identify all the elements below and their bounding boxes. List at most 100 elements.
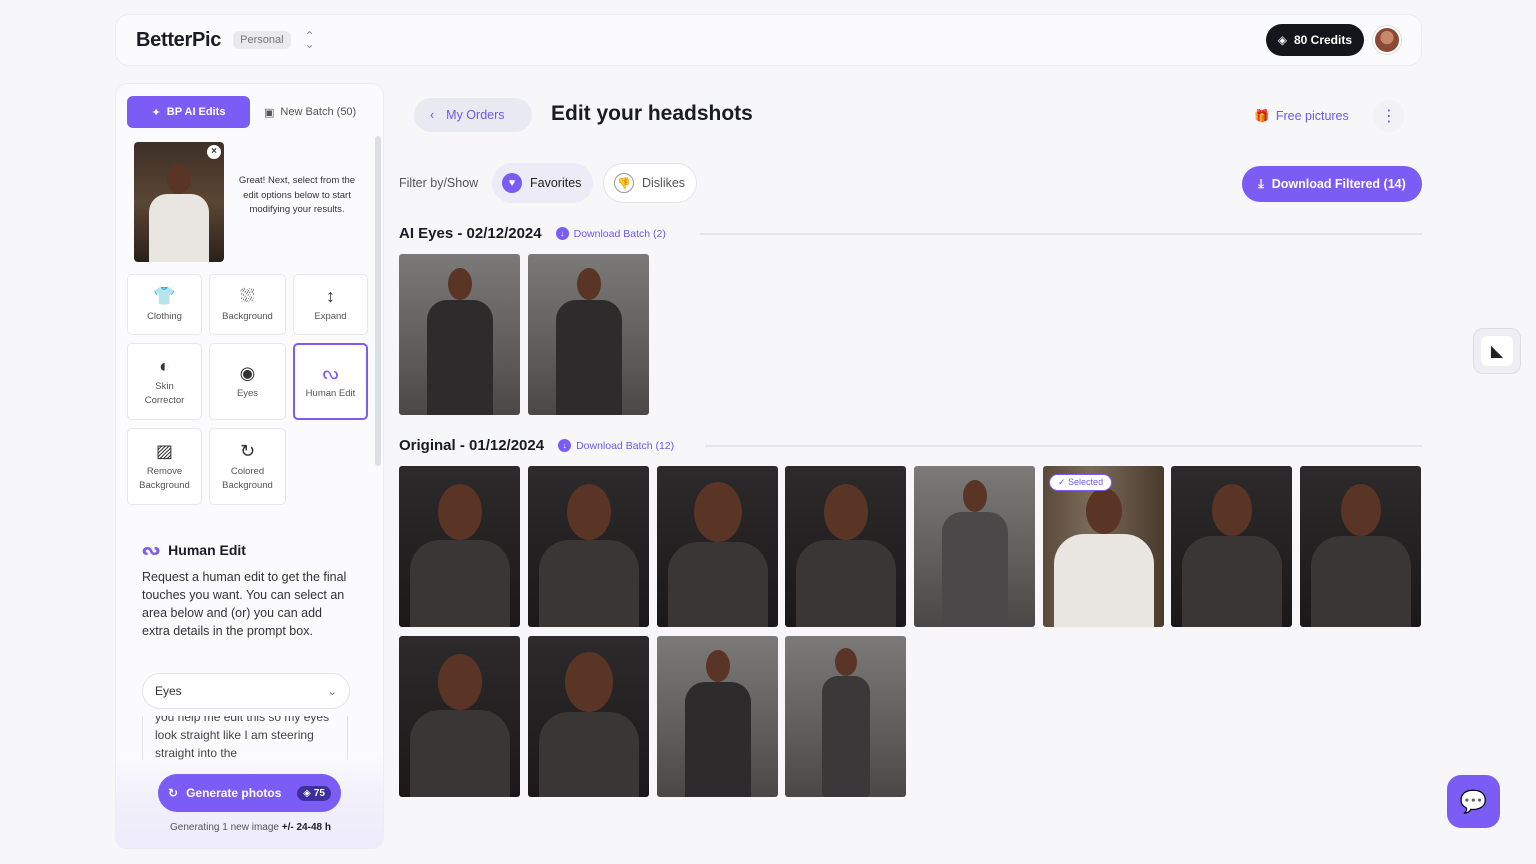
human-edit-icon: ᔓ [322,362,339,383]
human-edit-heading: ᔓ Human Edit [142,540,246,560]
section-title: Original - 01/12/2024 [399,437,545,454]
generate-label: Generate photos [186,786,282,800]
filter-dislikes[interactable]: 👎 Dislikes [603,163,697,203]
area-select[interactable]: Eyes ⌄ [142,673,350,709]
shirt-icon: 👕 [153,285,176,306]
section-header: AI Eyes - 02/12/2024 ↓ Download Batch (2… [399,225,666,242]
camera-icon: ▣ [264,106,275,119]
section-divider [705,445,1422,447]
tool-colored-background[interactable]: ↻ Colored Background [209,428,286,505]
tool-eyes[interactable]: ◉ Eyes [209,343,286,420]
cost-badge: ◈ 75 [297,785,331,801]
generate-photos-button[interactable]: ↻ Generate photos ◈ 75 [158,774,341,812]
free-pictures-button[interactable]: 🎁 Free pictures [1242,100,1361,132]
generate-note-text: Generating 1 new image [170,822,279,833]
tool-label: Human Edit [305,387,356,399]
tool-label: Background [222,310,273,322]
panel-scrollbar[interactable] [375,136,381,466]
generate-note: Generating 1 new image +/- 24-48 h [116,822,383,833]
human-edit-title: Human Edit [168,542,246,558]
logo-text: BetterPic [136,28,222,51]
more-options-icon[interactable]: ⋮ [1373,100,1405,132]
download-batch-link[interactable]: ↓ Download Batch (2) [555,227,666,240]
chat-support-button[interactable]: 💬 [1447,775,1500,828]
download-filtered-button[interactable]: ⤓ Download Filtered (14) [1242,166,1422,202]
tool-label: Remove Background [139,465,190,491]
page-title: Edit your headshots [551,102,753,125]
photo-thumbnail[interactable] [399,254,520,415]
photo-thumbnail[interactable] [1300,466,1421,627]
cost-value: 75 [313,787,325,799]
tool-label: Colored Background [222,465,273,491]
section-title: AI Eyes - 02/12/2024 [399,225,542,242]
photo-thumbnail[interactable] [657,466,778,627]
layers-icon: ◈ [303,787,311,799]
section-header: Original - 01/12/2024 ↓ Download Batch (… [399,437,674,454]
tool-expand[interactable]: ↕ Expand [293,274,368,335]
tool-background[interactable]: ⛆ Background [209,274,286,335]
account-badge[interactable]: Personal [233,31,291,49]
hint-text: Great! Next, select from the edit option… [238,175,356,215]
photo-thumbnail[interactable] [785,466,906,627]
credits-button[interactable]: ◈ 80 Credits [1265,24,1364,56]
expand-icon: ↕ [326,285,335,306]
photo-thumbnail-selected[interactable]: ✓ Selected [1043,466,1164,627]
colored-background-icon: ↻ [239,440,256,461]
free-pictures-label: Free pictures [1275,109,1349,123]
prompt-text: you help me edit this so my eyes look st… [155,716,330,760]
tab-new-batch[interactable]: ▣ New Batch (50) [264,106,356,119]
extension-widget[interactable]: ◣ [1473,328,1521,374]
prompt-textarea[interactable]: you help me edit this so my eyes look st… [142,716,348,760]
filter-favorites-label: Favorites [530,176,582,190]
download-batch-label: Download Batch (12) [576,439,675,452]
gift-icon: 🎁 [1254,108,1270,123]
generate-note-time: +/- 24-48 h [281,822,331,833]
account-switch-icon[interactable]: ⌃ ⌄ [305,30,315,50]
download-icon: ↓ [555,227,569,240]
photo-thumbnail[interactable] [399,636,520,797]
selected-badge: ✓ Selected [1049,474,1113,491]
tool-label: Clothing [147,310,182,322]
tool-skin-corrector[interactable]: ◐ Skin Corrector [127,343,202,420]
credits-label: 80 Credits [1293,33,1352,47]
download-batch-link[interactable]: ↓ Download Batch (12) [558,439,674,452]
logo[interactable]: BetterPic Personal ⌃ ⌄ [136,29,315,52]
tool-label: Skin Corrector [144,380,185,406]
photo-thumbnail[interactable] [914,466,1035,627]
top-bar: BetterPic Personal ⌃ ⌄ ◈ 80 Credits [115,14,1422,66]
filter-favorites[interactable]: ♥ Favorites [492,163,593,203]
tab-bp-ai-edits-label: BP AI Edits [166,106,226,118]
photo-thumbnail[interactable] [399,466,520,627]
tool-remove-background[interactable]: ▨ Remove Background [127,428,202,505]
edit-panel: ✦ BP AI Edits ▣ New Batch (50) × Great! … [115,83,384,849]
filter-label: Filter by/Show [399,176,479,190]
back-to-orders-button[interactable]: ‹ My Orders [414,98,532,132]
human-edit-icon: ᔓ [142,542,161,559]
selected-label: Selected [1068,477,1104,487]
photo-thumbnail[interactable] [657,636,778,797]
download-filtered-label: Download Filtered (14) [1271,177,1406,191]
photo-thumbnail[interactable] [528,636,649,797]
close-icon[interactable]: × [207,145,221,159]
photo-thumbnail[interactable] [785,636,906,797]
selected-photo-thumbnail: × [134,142,224,262]
photo-thumbnail[interactable] [1171,466,1292,627]
background-icon: ⛆ [240,285,255,306]
filter-dislikes-label: Dislikes [642,176,686,190]
tab-bp-ai-edits[interactable]: ✦ BP AI Edits [127,96,250,128]
chevron-down-icon: ⌄ [327,685,337,698]
refresh-icon: ↻ [168,786,179,800]
tool-human-edit[interactable]: ᔓ Human Edit [293,343,368,420]
download-icon: ⤓ [1258,176,1264,191]
tool-label: Eyes [236,387,259,399]
tab-new-batch-label: New Batch (50) [280,106,357,118]
tool-clothing[interactable]: 👕 Clothing [127,274,202,335]
user-avatar[interactable] [1373,26,1401,54]
photo-thumbnail[interactable] [528,254,649,415]
heart-icon: ♥ [502,173,522,193]
download-batch-label: Download Batch (2) [573,227,666,240]
section-divider [700,233,1422,235]
photo-thumbnail[interactable] [528,466,649,627]
thumbs-down-icon: 👎 [614,173,634,193]
back-label: My Orders [446,108,505,122]
